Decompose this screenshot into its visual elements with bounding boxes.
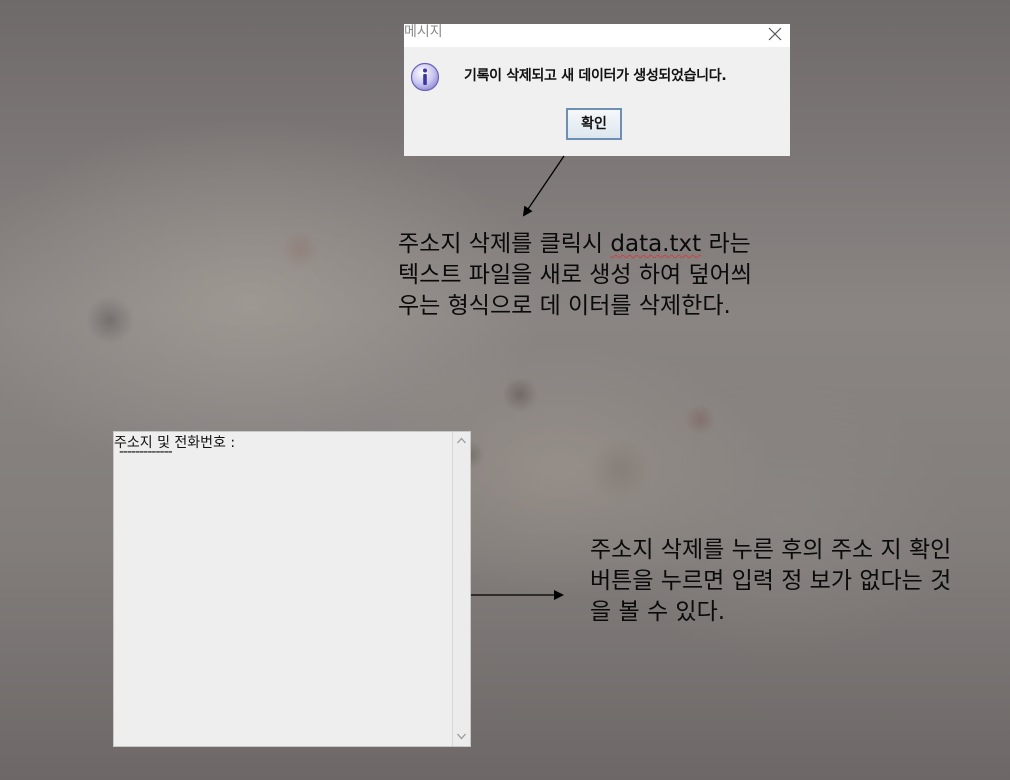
annotation-arrows bbox=[471, 155, 565, 600]
arrow-dialog-to-annotation bbox=[522, 155, 565, 217]
